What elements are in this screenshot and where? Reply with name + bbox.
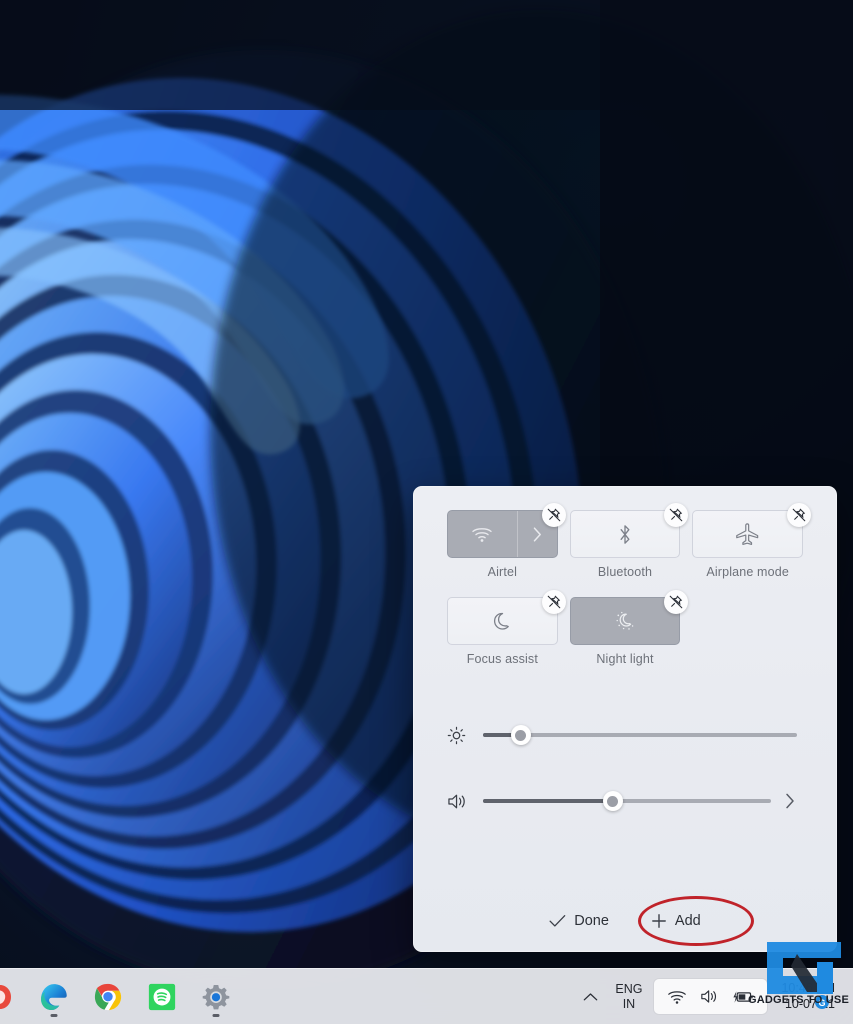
chrome-icon: [94, 983, 122, 1010]
unpin-button-focus-assist[interactable]: [541, 590, 566, 614]
wifi-icon: [472, 527, 492, 542]
spotify-icon: [148, 983, 176, 1010]
unpin-icon: [670, 508, 683, 522]
watermark-text: GADGETS TO USE: [748, 994, 849, 1006]
unpin-button-night-light[interactable]: [664, 590, 689, 614]
brightness-icon: [447, 726, 466, 744]
taskbar-item-edge[interactable]: [32, 975, 76, 1019]
plus-icon: [652, 914, 666, 928]
volume-icon-wrap: [447, 792, 477, 811]
tile-label-bluetooth: Bluetooth: [597, 565, 653, 579]
taskbar-item-chrome[interactable]: [86, 975, 130, 1019]
taskbar-item-settings[interactable]: [194, 975, 238, 1019]
running-indicator: [50, 1013, 58, 1017]
tile-grid-empty-slot: [692, 581, 803, 666]
show-hidden-icons-button[interactable]: [575, 977, 605, 1017]
brightness-slider-track[interactable]: [483, 725, 797, 745]
quick-setting-tile-focus-assist[interactable]: Focus assist: [447, 590, 566, 666]
quick-settings-panel[interactable]: Airtel Bluetooth Airplane mode Focus ass…: [413, 486, 837, 952]
language-indicator[interactable]: ENG IN: [607, 980, 650, 1013]
wifi-icon: [668, 990, 687, 1004]
tile-label-airplane: Airplane mode: [706, 565, 789, 579]
edge-icon: [41, 983, 67, 1010]
volume-slider-row[interactable]: [431, 784, 819, 818]
volume-icon: [701, 990, 717, 1003]
done-button[interactable]: Done: [541, 907, 617, 935]
pinned-app-icon: [0, 984, 11, 1009]
wifi-tile-button[interactable]: [447, 503, 566, 558]
tile-label-night-light: Night light: [596, 652, 654, 666]
done-button-label: Done: [574, 913, 609, 929]
add-button-label: Add: [674, 913, 701, 929]
brightness-slider-row[interactable]: [431, 718, 819, 752]
settings-icon: [202, 984, 230, 1009]
brightness-slider-thumb[interactable]: [510, 725, 531, 745]
unpin-icon: [792, 508, 806, 522]
quick-setting-tile-wifi[interactable]: Airtel: [447, 503, 566, 579]
wifi-tile-toggle[interactable]: [448, 511, 517, 557]
chevron-right-icon: [533, 526, 541, 542]
unpin-icon: [547, 595, 560, 609]
tile-label-focus-assist: Focus assist: [466, 652, 538, 666]
unpin-icon: [670, 595, 683, 609]
volume-output-expand-button[interactable]: [777, 793, 803, 809]
taskbar-item-spotify[interactable]: [140, 975, 184, 1019]
night-light-icon: [616, 611, 634, 630]
taskbar-app-icons: [0, 975, 238, 1019]
quick-settings-tile-grid: Airtel Bluetooth Airplane mode Focus ass…: [431, 503, 819, 666]
add-button[interactable]: Add: [643, 907, 709, 935]
focus-assist-tile-toggle[interactable]: [448, 598, 557, 644]
checkmark-icon: [549, 915, 566, 927]
focus-assist-tile-button[interactable]: [447, 590, 566, 645]
unpin-button-airplane[interactable]: [786, 503, 811, 527]
quick-setting-tile-night-light[interactable]: Night light: [569, 590, 689, 666]
volume-slider-thumb[interactable]: [602, 791, 623, 811]
volume-icon: [448, 794, 465, 808]
running-indicator: [212, 1013, 220, 1017]
bluetooth-tile-button[interactable]: [569, 503, 689, 558]
quick-setting-tile-bluetooth[interactable]: Bluetooth: [569, 503, 689, 579]
quick-setting-tile-airplane[interactable]: Airplane mode: [692, 503, 811, 579]
quick-settings-footer: Done Add: [431, 890, 819, 952]
taskbar[interactable]: ENG IN 10:46 PM 10-07-21: [0, 968, 853, 1024]
night-light-tile-button[interactable]: [569, 590, 689, 645]
airplane-tile-toggle[interactable]: [693, 511, 802, 557]
unpin-icon: [547, 508, 560, 522]
taskbar-item-pinned-app[interactable]: [0, 975, 22, 1019]
volume-slider-fill: [483, 799, 613, 803]
moon-icon: [494, 612, 510, 630]
unpin-button-wifi[interactable]: [541, 503, 566, 527]
night-light-tile-toggle[interactable]: [571, 598, 680, 644]
brightness-icon-wrap: [447, 726, 477, 745]
airplane-tile-button[interactable]: [692, 503, 811, 558]
chevron-right-icon: [786, 793, 794, 809]
tile-label-wifi: Airtel: [487, 565, 518, 579]
language-line-1: ENG: [615, 982, 643, 996]
bluetooth-tile-toggle[interactable]: [571, 511, 680, 557]
bluetooth-icon: [620, 524, 630, 544]
unpin-button-bluetooth[interactable]: [664, 503, 689, 527]
chevron-up-icon: [583, 992, 598, 1000]
volume-slider-track[interactable]: [483, 791, 771, 811]
language-line-2: IN: [622, 996, 636, 1011]
desktop: Airtel Bluetooth Airplane mode Focus ass…: [0, 0, 853, 1024]
airplane-icon: [736, 522, 759, 545]
